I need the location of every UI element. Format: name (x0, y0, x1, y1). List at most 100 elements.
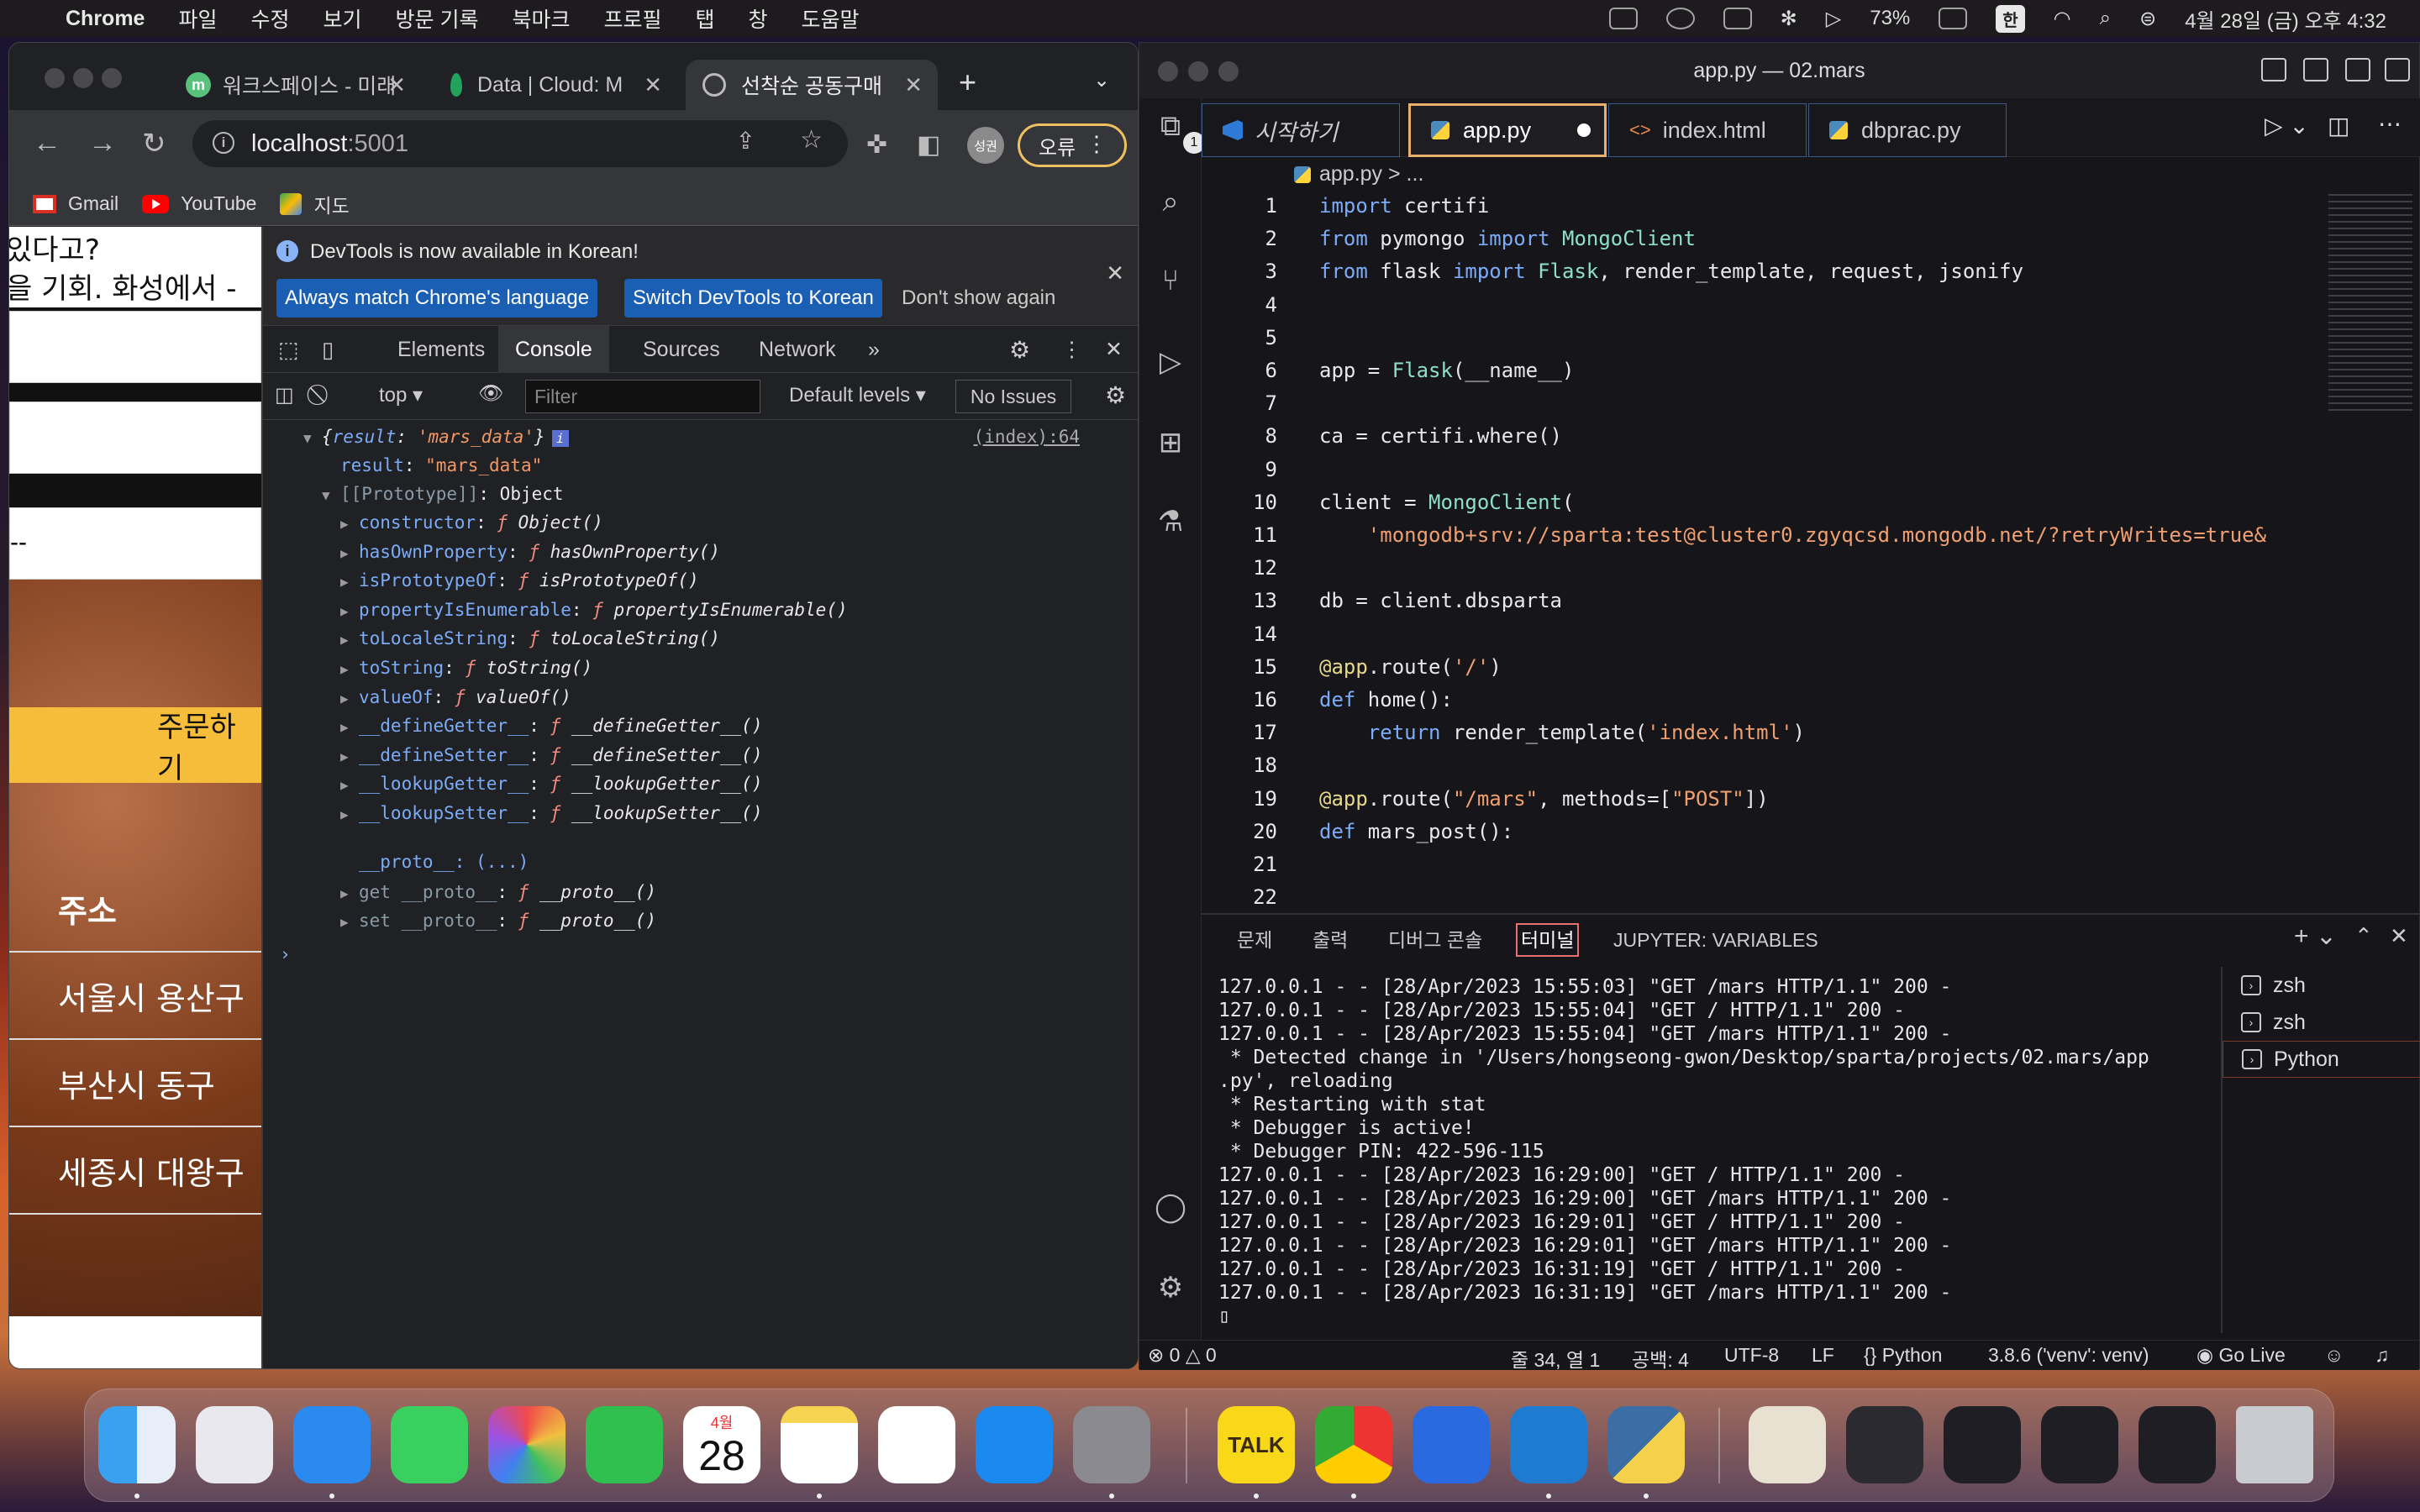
expand-triangle-icon[interactable]: ▶ (340, 656, 359, 683)
breadcrumb-text[interactable]: app.py > ... (1319, 162, 1423, 186)
status-play-icon[interactable]: ▷ (1826, 7, 1841, 31)
close-window-button[interactable] (1158, 61, 1178, 81)
size-select[interactable]: -- (9, 507, 261, 580)
error-update-button[interactable]: 오류 ⋮ (1018, 123, 1127, 167)
console-prompt-input[interactable]: › (280, 941, 1120, 968)
battery-percent[interactable]: 73% (1870, 7, 1910, 30)
prototype-member-row[interactable]: ▶ constructor: ƒ Object() (340, 509, 603, 536)
context-select[interactable]: top ▾ (379, 383, 423, 407)
manage-gear-icon[interactable]: ⚙ (1153, 1271, 1188, 1306)
calendar-icon[interactable]: 4월 28 (683, 1406, 760, 1483)
vscode-icon[interactable] (1510, 1406, 1587, 1483)
run-debug-icon[interactable]: ▷ (1153, 345, 1188, 381)
chrome-icon[interactable] (1315, 1406, 1392, 1483)
kakaotalk-icon[interactable]: TALK (1218, 1406, 1295, 1483)
tab-problems[interactable]: 문제 (1237, 923, 1272, 957)
bookmark-maps[interactable]: 지도 (280, 190, 350, 218)
extensions-icon[interactable]: ⊞ (1153, 426, 1188, 461)
tab-app-py[interactable]: app.py (1408, 103, 1607, 157)
testing-flask-icon[interactable]: ⚗ (1153, 505, 1188, 540)
freeform-icon[interactable] (878, 1406, 955, 1483)
spotlight-icon[interactable]: ⌕ (2100, 7, 2111, 30)
terminal-item-zsh[interactable]: › zsh (2223, 1004, 2420, 1041)
close-window-button[interactable] (45, 68, 65, 88)
switch-to-korean-button[interactable]: Switch DevTools to Korean (624, 279, 882, 318)
tab-workspace[interactable]: m 워크스페이스 - 미래 ✕ (169, 60, 421, 110)
new-tab-plus-icon[interactable]: + (959, 65, 976, 100)
tab-elements[interactable]: Elements (397, 326, 485, 373)
share-icon[interactable]: ⇪ (736, 127, 755, 155)
tab-jupyter-variables[interactable]: JUPYTER: VARIABLES (1613, 923, 1818, 957)
expand-triangle-icon[interactable]: ▶ (340, 772, 359, 799)
back-arrow-icon[interactable]: ← (33, 127, 61, 160)
control-center-icon[interactable]: ⊜ (2139, 7, 2156, 31)
photos-icon[interactable] (488, 1406, 566, 1483)
extensions-puzzle-icon[interactable]: ✜ (866, 130, 887, 160)
tab-terminal[interactable]: 터미널 (1516, 923, 1580, 957)
prototype-member-row[interactable]: ▶ toLocaleString: ƒ toLocaleString() (340, 625, 720, 652)
language-mode[interactable]: {} Python (1864, 1344, 1942, 1367)
log-levels-select[interactable]: Default levels ▾ (789, 383, 926, 407)
live-expression-eye-icon[interactable]: 👁 (478, 381, 503, 406)
expand-triangle-icon[interactable]: ▶ (340, 540, 359, 567)
safari-icon[interactable] (293, 1406, 371, 1483)
getter-row[interactable]: ▶ get __proto__: ƒ __proto__() (340, 879, 656, 906)
order-button[interactable]: 주문하기 (9, 707, 261, 785)
expand-triangle-icon[interactable]: ▼ (322, 482, 340, 509)
close-devtools-icon[interactable]: ✕ (1105, 326, 1123, 373)
python-interpreter[interactable]: 3.8.6 ('venv': venv) (1988, 1344, 2149, 1367)
notes-icon[interactable] (781, 1406, 858, 1483)
files-app-icon[interactable] (1413, 1406, 1490, 1483)
expand-triangle-icon[interactable]: ▶ (340, 909, 359, 936)
side-panel-icon[interactable]: ◧ (917, 130, 940, 160)
expand-triangle-icon[interactable]: ▶ (340, 880, 359, 907)
menu-window[interactable]: 창 (732, 3, 785, 34)
python-launcher-icon[interactable] (1607, 1406, 1685, 1483)
source-control-icon[interactable]: ⑂ (1153, 265, 1188, 300)
menu-file[interactable]: 파일 (161, 3, 234, 34)
site-info-icon[interactable]: i (213, 132, 234, 154)
messages-icon[interactable] (391, 1406, 468, 1483)
menu-history[interactable]: 방문 기록 (379, 3, 496, 34)
tab-data-cloud[interactable]: Data | Cloud: M ✕ (434, 60, 677, 110)
prototype-member-row[interactable]: ▶ __defineGetter__: ƒ __defineGetter__() (340, 712, 762, 739)
explorer-files-icon[interactable]: ⧉ 1 (1153, 110, 1205, 154)
launchpad-icon[interactable] (196, 1406, 273, 1483)
recent-window-thumbnail[interactable] (1944, 1406, 2021, 1483)
tab-debug-console[interactable]: 디버그 콘솔 (1388, 923, 1482, 957)
forward-arrow-icon[interactable]: → (88, 127, 117, 160)
accounts-icon[interactable]: ◯ (1153, 1190, 1188, 1226)
prototype-member-row[interactable]: ▶ propertyIsEnumerable: ƒ propertyIsEnume… (340, 596, 848, 623)
search-icon[interactable]: ⌕ (1153, 186, 1188, 221)
expand-triangle-icon[interactable]: ▶ (340, 685, 359, 712)
toggle-panel-icon[interactable] (2303, 58, 2328, 81)
menu-edit[interactable]: 수정 (234, 3, 306, 34)
menu-tab[interactable]: 탭 (679, 3, 732, 34)
finder-icon[interactable] (98, 1406, 176, 1483)
tab-output[interactable]: 출력 (1313, 923, 1348, 957)
maximize-panel-icon[interactable]: ⌃ (2354, 923, 2373, 949)
status-fan-icon[interactable]: ✻ (1781, 7, 1797, 31)
recent-window-thumbnail[interactable] (2139, 1406, 2216, 1483)
unsaved-dot-icon[interactable] (1577, 123, 1591, 137)
name-input[interactable] (9, 311, 261, 383)
always-match-language-button[interactable]: Always match Chrome's language (276, 279, 598, 318)
tab-group-buy[interactable]: 선착순 공동구매 ✕ (686, 60, 938, 110)
expand-triangle-icon[interactable]: ▶ (340, 569, 359, 596)
prototype-member-row[interactable]: ▶ __defineSetter__: ƒ __defineSetter__() (340, 742, 762, 769)
status-screen-icon[interactable] (1723, 8, 1752, 29)
source-link[interactable]: (index):64 (974, 423, 1080, 450)
settings-gear-icon[interactable]: ⚙ (1009, 326, 1030, 373)
expand-triangle-icon[interactable]: ▼ (303, 425, 322, 452)
prototype-member-row[interactable]: ▶ __lookupSetter__: ƒ __lookupSetter__() (340, 800, 762, 827)
minimize-window-button[interactable] (73, 68, 93, 88)
prototype-member-row[interactable]: ▶ valueOf: ƒ valueOf() (340, 684, 571, 711)
terminal-item-python[interactable]: › Python (2223, 1041, 2420, 1078)
recent-window-thumbnail[interactable] (1846, 1406, 1923, 1483)
menu-profile[interactable]: 프로필 (587, 3, 678, 34)
status-record-icon[interactable] (1665, 8, 1695, 29)
prototype-member-row[interactable]: ▶ __lookupGetter__: ƒ __lookupGetter__() (340, 770, 762, 797)
bookmark-gmail[interactable]: Gmail (33, 192, 118, 215)
customize-layout-icon[interactable] (2385, 58, 2410, 81)
tab-sources[interactable]: Sources (643, 326, 720, 373)
